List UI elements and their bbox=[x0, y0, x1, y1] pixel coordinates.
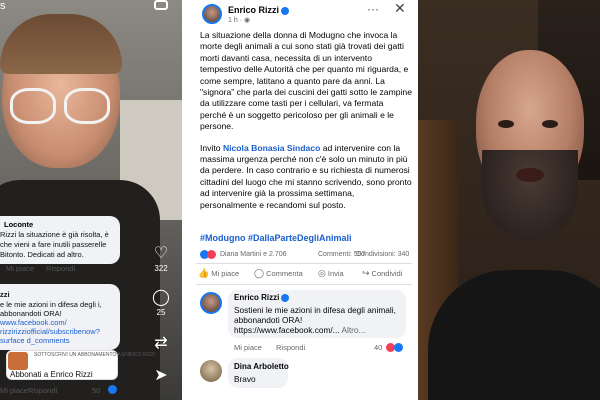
comment-icon: ◯ bbox=[254, 268, 265, 278]
comment-author[interactable]: Dina Arboletto bbox=[234, 362, 289, 371]
comment-icon[interactable]: ◯ bbox=[146, 290, 176, 306]
send-icon[interactable]: ➤ bbox=[146, 368, 176, 384]
like-link[interactable]: Mi piace bbox=[6, 264, 34, 273]
divider bbox=[196, 284, 412, 285]
camera-icon[interactable] bbox=[154, 0, 168, 10]
reaction-count: 40 bbox=[374, 343, 383, 352]
post-stats: Diana Martini e 2.706 Commenti: 597 Cond… bbox=[200, 250, 412, 262]
reaction-count: 50 bbox=[92, 386, 101, 395]
like-link[interactable]: Mi piace bbox=[234, 343, 262, 352]
comment-author: Loconte bbox=[4, 220, 34, 229]
hashtags[interactable]: #Modugno #DallaParteDegliAnimali bbox=[200, 233, 352, 243]
like-link[interactable]: Mi piace bbox=[0, 386, 28, 395]
rail-like[interactable]: ♡ 322 bbox=[146, 246, 176, 274]
comment-text: Rizzi la situazione è già risolta, è che… bbox=[0, 230, 109, 259]
avatar[interactable] bbox=[202, 4, 222, 24]
send-label: Invia bbox=[327, 269, 344, 278]
comment-count: 25 bbox=[156, 308, 166, 317]
comment-label: Commenta bbox=[266, 269, 303, 278]
paragraph-text: Invito bbox=[200, 142, 223, 153]
like-button[interactable]: 👍 Mi piace bbox=[198, 268, 239, 279]
right-speaker-beard bbox=[482, 150, 578, 240]
right-video-panel bbox=[418, 0, 600, 400]
rail-comment[interactable]: ◯ 25 bbox=[146, 290, 176, 318]
mouth bbox=[516, 168, 544, 182]
reply-link[interactable]: Rispondi bbox=[276, 343, 305, 352]
share-label: Condividi bbox=[371, 269, 403, 278]
comment-body: Sostieni le mie azioni in difesa degli a… bbox=[234, 305, 396, 335]
share-button[interactable]: ↪ Condividi bbox=[362, 268, 402, 279]
shares-count[interactable]: Condivisioni: 340 bbox=[356, 251, 409, 258]
author-name[interactable]: Enrico Rizzi bbox=[234, 293, 279, 302]
post-action-bar: 👍 Mi piace ◯ Commenta ◎ Invia ↪ Condividi bbox=[198, 268, 412, 282]
promo-thumbnail bbox=[8, 352, 28, 370]
comment-link[interactable]: www.facebook.com/ rizzirizziofficial/sub… bbox=[0, 318, 100, 345]
comment-author: zzi bbox=[0, 290, 10, 299]
send-button[interactable]: ◎ Invia bbox=[318, 268, 344, 279]
eye bbox=[542, 120, 558, 128]
promo-title[interactable]: Abbonati a Enrico Rizzi bbox=[10, 370, 93, 379]
post-paragraph-2: Invito Nicola Bonasia Sindaco ad interve… bbox=[200, 143, 412, 211]
messenger-icon: ◎ bbox=[318, 268, 326, 278]
reply-link[interactable]: Rispondi bbox=[28, 386, 57, 395]
see-more-link[interactable]: Altro... bbox=[340, 325, 365, 335]
close-icon[interactable]: ✕ bbox=[394, 0, 406, 17]
heart-icon[interactable]: ♡ bbox=[146, 246, 176, 262]
post-timestamp: 1 h · ◉ bbox=[228, 16, 250, 24]
top-char: s bbox=[0, 0, 6, 12]
comment-actions: Mi piace Rispondi bbox=[6, 264, 85, 273]
globe-icon: ◉ bbox=[243, 17, 251, 24]
rail-send[interactable]: ➤ bbox=[146, 368, 176, 386]
like-count: 322 bbox=[154, 264, 168, 273]
reply-link[interactable]: Rispondi bbox=[46, 264, 75, 273]
comment-text: Bravo bbox=[234, 374, 256, 384]
reaction-icons[interactable] bbox=[200, 250, 216, 259]
post-body: La situazione della donna di Modugno che… bbox=[200, 30, 412, 221]
verified-badge-icon bbox=[281, 293, 290, 302]
share-icon: ↪ bbox=[362, 268, 370, 278]
timestamp-text: 1 h · bbox=[228, 17, 244, 24]
left-speaker-hair bbox=[0, 14, 122, 74]
avatar[interactable] bbox=[200, 292, 222, 314]
post-author[interactable]: Enrico Rizzi bbox=[228, 5, 290, 15]
like-label: Mi piace bbox=[211, 269, 240, 278]
avatar[interactable] bbox=[200, 360, 222, 382]
more-options-icon[interactable]: ··· bbox=[367, 2, 379, 16]
comment-text: Sostieni le mie azioni in difesa degli a… bbox=[234, 305, 404, 335]
like-reaction-icon bbox=[394, 343, 403, 352]
eye bbox=[498, 120, 514, 128]
facebook-post-panel: Enrico Rizzi 1 h · ◉ ··· ✕ La situazione… bbox=[182, 0, 418, 400]
verified-badge-icon bbox=[281, 6, 290, 15]
comment-text: e le mie azioni in difesa degli i, abbon… bbox=[0, 300, 120, 345]
comment-button[interactable]: ◯ Commenta bbox=[254, 268, 303, 279]
divider bbox=[196, 263, 412, 264]
author-name[interactable]: Enrico Rizzi bbox=[228, 5, 279, 15]
like-reaction-icon bbox=[108, 385, 117, 394]
mention-link[interactable]: Nicola Bonasia Sindaco bbox=[223, 143, 320, 153]
post-paragraph-1: La situazione della donna di Modugno che… bbox=[200, 30, 412, 132]
repost-icon[interactable]: ⇄ bbox=[146, 336, 176, 352]
comment-body: e le mie azioni in difesa degli i, abbon… bbox=[0, 300, 102, 318]
comment-author[interactable]: Enrico Rizzi bbox=[234, 293, 290, 302]
right-speaker-shirt bbox=[428, 270, 600, 400]
promo-caption: SOTTOSCRIVI UN ABBONAMENTO A ENRICO RIZZ… bbox=[34, 352, 156, 358]
love-reaction-icon bbox=[207, 250, 216, 259]
rail-repost[interactable]: ⇄ bbox=[146, 336, 176, 354]
glasses bbox=[8, 88, 112, 126]
thumbs-up-icon: 👍 bbox=[198, 268, 210, 278]
reaction-names[interactable]: Diana Martini e 2.706 bbox=[220, 251, 287, 258]
